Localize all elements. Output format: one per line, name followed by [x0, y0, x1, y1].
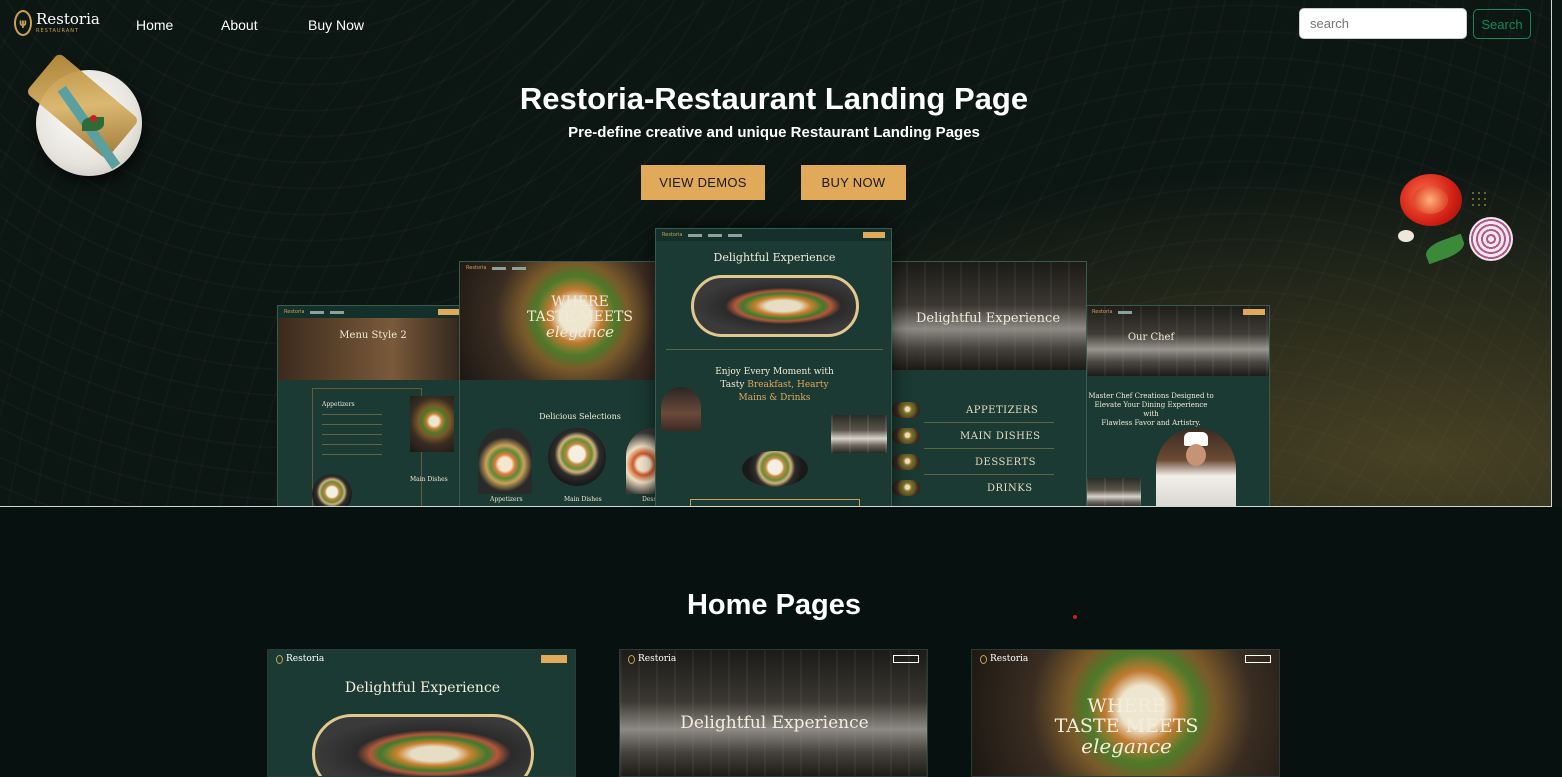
- buy-now-button[interactable]: BUY NOW: [801, 165, 906, 200]
- mockup-menu-title: Menu Style 2: [339, 330, 407, 341]
- search-input[interactable]: [1299, 8, 1467, 39]
- garlic-decoration: [1398, 230, 1414, 242]
- mockup-chef-text-2: Elevate Your Dining Experience with: [1094, 401, 1208, 418]
- logo-icon: ψ: [14, 10, 32, 36]
- home-pages-title: Home Pages: [686, 589, 862, 621]
- card-1-title: Delightful Experience: [344, 680, 501, 696]
- mockup-chef-text-3: Flawless Favor and Artistry.: [1101, 419, 1201, 427]
- mockup-chef-title: Our Chef: [1127, 332, 1175, 343]
- mockup-chef-text-1: Master Chef Creations Designed to: [1088, 392, 1214, 400]
- mockup-menu-section: Appetizers: [322, 401, 355, 408]
- mockup-main-mid-3: Mains &: [738, 393, 778, 403]
- mockup-menu-list: Delightful Experience APPETIZERS MAIN DI…: [887, 261, 1087, 506]
- hero-title: Restoria-Restaurant Landing Page: [519, 81, 1029, 116]
- mockup-main-title: Delightful Experience: [713, 251, 836, 264]
- hero-subtitle: Pre-define creative and unique Restauran…: [568, 124, 980, 141]
- top-navbar: ψ Restoria RESTAURANT Home About Buy Now…: [0, 0, 1551, 48]
- home-page-card-2[interactable]: Restoria Delightful Experience: [619, 649, 928, 777]
- home-page-card-1[interactable]: Restoria Delightful Experience: [267, 649, 576, 777]
- view-demos-button[interactable]: VIEW DEMOS: [641, 165, 765, 200]
- card-2-title: Delightful Experience: [680, 713, 869, 733]
- mockup-delightful-main: Restoria Delightful Experience Enjoy Eve…: [655, 228, 892, 506]
- mockup-where-title-3: elegance: [545, 323, 615, 341]
- search-button[interactable]: Search: [1473, 9, 1531, 39]
- mockup-menu-section-2: Main Dishes: [410, 476, 448, 483]
- mockup-where-taste: Restoria WHERE TASTE MEETS elegance Deli…: [459, 261, 669, 506]
- mockup-main-mid-2b: Breakfast, Hearty: [747, 380, 829, 390]
- mockup-cap-appetizers: Appetizers: [490, 496, 523, 503]
- peppercorn-decoration: [1470, 190, 1490, 206]
- brand-sub: RESTAURANT: [36, 28, 80, 34]
- hero-section: ψ Restoria RESTAURANT Home About Buy Now…: [0, 0, 1552, 507]
- basil-leaf-decoration: [1423, 233, 1467, 265]
- tomato-inner-decoration: [1412, 186, 1448, 214]
- mockup-item-main-dishes: MAIN DISHES: [960, 431, 1041, 442]
- mockup-item-desserts: DESSERTS: [975, 457, 1037, 468]
- cursor-dot: [1073, 615, 1077, 619]
- nav-home[interactable]: Home: [136, 17, 173, 33]
- card-3-title-1: WHERE: [1087, 695, 1166, 717]
- mockup-main-mid-3b: Drinks: [780, 393, 811, 403]
- card-3-title-3: elegance: [1081, 734, 1172, 758]
- mockup-main-mid-2: Tasty: [720, 380, 745, 390]
- mockup-item-appetizers: APPETIZERS: [966, 405, 1039, 416]
- brand-logo[interactable]: ψ Restoria RESTAURANT: [14, 10, 100, 36]
- mockup-main-mid-1: Enjoy Every Moment with: [715, 367, 834, 377]
- card-3-title-2: TASTE MEETS: [1054, 715, 1199, 737]
- mockup-delight-title: Delightful Experience: [915, 311, 1061, 326]
- nav-about[interactable]: About: [221, 17, 258, 33]
- mockup-cap-main: Main Dishes: [564, 496, 602, 503]
- mockup-item-drinks: DRINKS: [987, 483, 1033, 494]
- mockup-selections-title: Delicious Selections: [539, 412, 621, 421]
- page-scrollbar[interactable]: [1552, 0, 1562, 507]
- mockup-menu-style: Restoria Menu Style 2 Appetizers Main Di…: [277, 305, 467, 506]
- mockup-where-title-1: WHERE: [551, 294, 609, 310]
- brand-name: Restoria: [36, 10, 100, 28]
- mockup-our-chef: Restoria Our Chef Master Chef Creations …: [1085, 305, 1270, 506]
- onion-decoration: [1469, 217, 1513, 261]
- home-page-card-3[interactable]: Restoria WHERE TASTE MEETS elegance: [971, 649, 1280, 777]
- nav-buy-now[interactable]: Buy Now: [308, 17, 364, 33]
